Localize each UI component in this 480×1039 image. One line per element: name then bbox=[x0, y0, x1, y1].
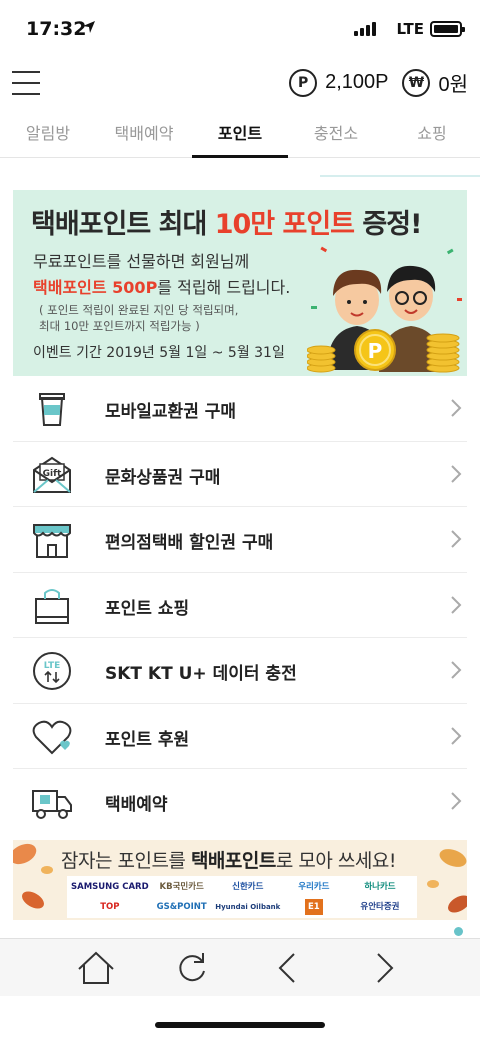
lte-data-icon: LTE bbox=[33, 652, 71, 690]
store-icon bbox=[33, 524, 71, 558]
cellular-signal-icon bbox=[354, 22, 376, 36]
page-indicator-dot bbox=[454, 927, 463, 936]
partner-logo: KB국민카드 bbox=[159, 882, 204, 892]
won-balance: 0원 bbox=[438, 74, 468, 96]
partner-logo: E1 bbox=[304, 899, 323, 915]
banner-note: ( 포인트 적립이 완료된 지인 당 적립되며, 최대 10만 포인트까지 적립… bbox=[39, 303, 239, 333]
partner-logo: 신한카드 bbox=[232, 882, 264, 892]
menu-label: 택배예약 bbox=[105, 795, 168, 815]
forward-arrow-icon[interactable] bbox=[364, 949, 404, 987]
banner-line2: 택배포인트 500P를 적립해 드립니다. bbox=[33, 278, 291, 297]
chevron-right-icon bbox=[451, 792, 462, 810]
menu-delivery-reservation[interactable]: 택배예약 bbox=[13, 769, 467, 835]
chevron-right-icon bbox=[451, 530, 462, 548]
menu-label: 편의점택배 할인권 구매 bbox=[105, 533, 274, 553]
characters-with-coins-illustration: P bbox=[307, 246, 462, 373]
chevron-right-icon bbox=[451, 595, 462, 614]
tab-charging[interactable]: 충전소 bbox=[288, 110, 384, 157]
coin-letter: P bbox=[368, 339, 383, 363]
menu-culture-voucher[interactable]: Gift 문화상품권 구매 bbox=[13, 442, 467, 507]
heart-icon bbox=[32, 720, 72, 754]
app-header: P 2,100P ₩ 0원 bbox=[0, 58, 480, 110]
partner-logo: 우리카드 bbox=[298, 882, 330, 892]
banner-line1: 무료포인트를 선물하면 회원님께 bbox=[33, 252, 250, 271]
event-period: 이벤트 기간 2019년 5월 1일 ~ 5월 31일 bbox=[33, 345, 285, 361]
delivery-truck-icon bbox=[32, 790, 72, 819]
chevron-right-icon bbox=[451, 661, 462, 679]
chevron-right-icon bbox=[451, 464, 462, 483]
menu-label: 포인트 쇼핑 bbox=[105, 598, 190, 619]
battery-icon bbox=[430, 21, 465, 37]
home-indicator[interactable] bbox=[155, 1022, 325, 1028]
menu-mobile-voucher[interactable]: 모바일교환권 구매 bbox=[13, 376, 467, 442]
scroll-remnant bbox=[0, 158, 480, 178]
refresh-icon[interactable] bbox=[172, 949, 212, 987]
banner-title: 택배포인트 최대 10만 포인트 증정! bbox=[31, 209, 422, 240]
menu-label: SKT KT U+ 데이터 충전 bbox=[105, 664, 297, 684]
lte-icon-text: LTE bbox=[44, 661, 61, 671]
chevron-right-icon bbox=[451, 726, 462, 745]
tab-delivery-reservation[interactable]: 택배예약 bbox=[96, 110, 192, 157]
status-time: 17:32 bbox=[26, 18, 87, 40]
gift-envelope-icon: Gift bbox=[33, 456, 71, 493]
tab-bar: 알림방 택배예약 포인트 충전소 쇼핑 bbox=[0, 110, 480, 158]
point-exchange-banner[interactable]: 잠자는 포인트를 택배포인트로 모아 쓰세요! SAMSUNG CARD KB국… bbox=[13, 840, 467, 920]
balance-summary: P 2,100P ₩ 0원 bbox=[289, 68, 468, 97]
bottom-banner-title: 잠자는 포인트를 택배포인트로 모아 쓰세요! bbox=[61, 850, 396, 872]
menu-label: 모바일교환권 구매 bbox=[105, 402, 237, 422]
menu-point-donation[interactable]: 포인트 후원 bbox=[13, 704, 467, 769]
menu-data-charge[interactable]: LTE SKT KT U+ 데이터 충전 bbox=[13, 638, 467, 704]
partner-logo: SAMSUNG CARD bbox=[71, 882, 149, 892]
status-bar: 17:32 LTE bbox=[0, 0, 480, 58]
menu-label: 문화상품권 구매 bbox=[105, 467, 221, 488]
shopping-bag-icon bbox=[35, 588, 69, 624]
menu-convenience-store-coupon[interactable]: 편의점택배 할인권 구매 bbox=[13, 507, 467, 573]
menu-point-shopping[interactable]: 포인트 쇼핑 bbox=[13, 573, 467, 638]
hamburger-menu-icon[interactable] bbox=[12, 71, 40, 95]
point-balance: 2,100P bbox=[325, 71, 389, 93]
chevron-right-icon bbox=[451, 399, 462, 417]
home-icon[interactable] bbox=[76, 949, 116, 987]
promo-banner[interactable]: 택배포인트 최대 10만 포인트 증정! 무료포인트를 선물하면 회원님께 택배… bbox=[13, 190, 467, 376]
partner-logos: SAMSUNG CARD KB국민카드 신한카드 우리카드 하나카드 TOP G… bbox=[67, 876, 417, 918]
menu-label: 포인트 후원 bbox=[105, 729, 190, 750]
location-arrow-icon bbox=[83, 21, 95, 33]
partner-logo: 하나카드 bbox=[364, 882, 396, 892]
partner-logo: 유안타증권 bbox=[360, 902, 400, 912]
won-icon: ₩ bbox=[402, 68, 431, 97]
coffee-cup-icon bbox=[39, 393, 65, 426]
partner-logo: Hyundai Oilbank bbox=[215, 903, 281, 911]
tab-notice[interactable]: 알림방 bbox=[0, 110, 96, 157]
network-type: LTE bbox=[396, 20, 424, 38]
partner-logo: TOP bbox=[100, 902, 120, 912]
points-menu-list: 모바일교환권 구매 Gift 문화상품권 구매 편의점택배 할인권 구매 포인트… bbox=[13, 376, 467, 835]
point-icon: P bbox=[289, 68, 318, 97]
browser-bottom-nav bbox=[0, 938, 480, 996]
tab-shopping[interactable]: 쇼핑 bbox=[384, 110, 480, 157]
back-arrow-icon[interactable] bbox=[268, 949, 308, 987]
tab-points[interactable]: 포인트 bbox=[192, 110, 288, 158]
partner-logo: GS&POINT bbox=[156, 902, 207, 912]
